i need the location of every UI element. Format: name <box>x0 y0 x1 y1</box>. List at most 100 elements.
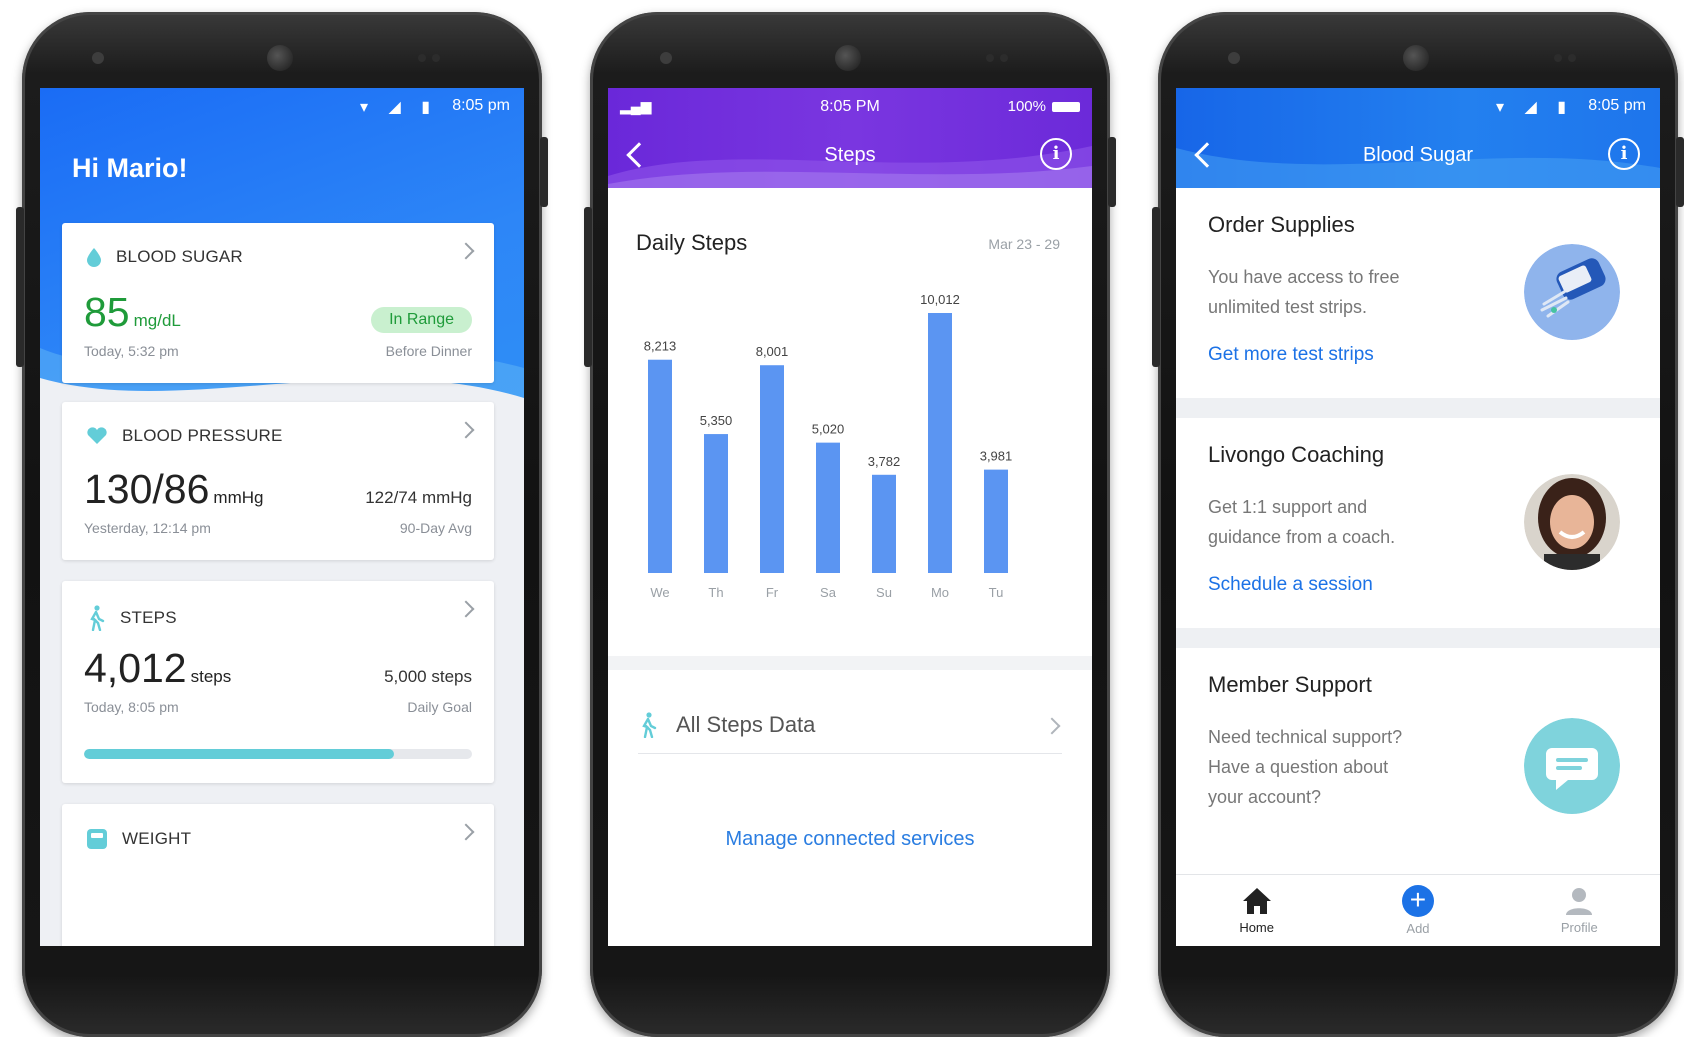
scale-icon <box>87 829 107 849</box>
tab-label: Home <box>1239 920 1274 935</box>
power-button <box>1676 137 1684 207</box>
card-title-label: BLOOD SUGAR <box>116 247 243 266</box>
bar-value-label: 5,350 <box>700 413 733 428</box>
front-camera <box>1403 45 1429 71</box>
bar-fr[interactable] <box>760 365 784 573</box>
card-title: BLOOD PRESSURE <box>86 426 283 446</box>
phone-steps: ▂▄▆ 8:05 PM 100% Steps i Daily Steps Mar… <box>584 12 1116 1037</box>
reading-time: Today, 5:32 pm <box>84 343 179 359</box>
chevron-right-icon <box>457 600 475 618</box>
steps-screen: ▂▄▆ 8:05 PM 100% Steps i Daily Steps Mar… <box>608 88 1092 946</box>
coaching-section: Livongo Coaching Get 1:1 support and gui… <box>1176 418 1660 628</box>
plus-icon: + <box>1401 885 1434 917</box>
person-icon <box>1566 888 1593 915</box>
blood-pressure-card[interactable]: BLOOD PRESSURE 130/86 mmHg 122/74 mmHg Ye… <box>62 402 494 560</box>
status-bar: ▂▄▆ 8:05 PM 100% <box>608 88 1092 122</box>
card-title-label: BLOOD PRESSURE <box>122 426 283 445</box>
bar-we[interactable] <box>648 359 672 573</box>
x-tick-label: Sa <box>820 585 837 600</box>
section-description: Get 1:1 support and guidance from a coac… <box>1208 497 1396 547</box>
app-showcase: ▾ ◢ ▮ 8:05 pm Hi Mario! BLOOD SUGAR 85 mg… <box>0 0 1684 1037</box>
steps-progress-bar <box>84 749 472 759</box>
section-description: You have access to free unlimited test s… <box>1208 267 1400 317</box>
bar-mo[interactable] <box>928 313 952 573</box>
blood-sugar-screen: ▾ ◢ ▮ 8:05 pm Blood Sugar i Order Suppli… <box>1176 88 1660 946</box>
bar-sa[interactable] <box>816 442 840 573</box>
phone-sensor-dot <box>986 54 994 62</box>
x-tick-label: Tu <box>989 585 1004 600</box>
in-range-badge: In Range <box>371 307 472 333</box>
manage-connected-services-link[interactable]: Manage connected services <box>608 828 1092 851</box>
steps-value: 4,012 steps <box>84 645 231 692</box>
page-title: Blood Sugar <box>1362 144 1474 166</box>
battery-icon <box>1052 101 1080 112</box>
reading-time: Today, 8:05 pm <box>84 699 179 715</box>
walking-icon <box>90 605 105 631</box>
value-unit: steps <box>190 667 232 686</box>
chat-bubble-icon[interactable] <box>1524 718 1620 814</box>
steps-card[interactable]: STEPS 4,012 steps 5,000 steps Today, 8:05… <box>62 581 494 783</box>
phone-sensor-dot <box>418 54 426 62</box>
blood-pressure-value: 130/86 mmHg <box>84 466 263 513</box>
schedule-session-link[interactable]: Schedule a session <box>1208 574 1373 596</box>
battery-percent: 100% <box>1007 98 1046 115</box>
bar-tu[interactable] <box>984 469 1008 573</box>
goal-value: 5,000 steps <box>384 667 472 686</box>
section-divider <box>608 656 1092 670</box>
info-icon[interactable]: i <box>1040 138 1072 170</box>
battery-indicator: 100% <box>1008 98 1080 115</box>
heart-icon <box>87 427 107 444</box>
reading-context: Before Dinner <box>385 343 472 359</box>
volume-button <box>16 207 24 367</box>
bottom-tab-bar: Home + Add Profile <box>1176 874 1660 946</box>
tab-add[interactable]: + Add <box>1368 885 1468 936</box>
chart-date-range: Mar 23 - 29 <box>988 236 1060 252</box>
status-bar: ▾ ◢ ▮ 8:05 pm <box>1176 88 1660 122</box>
bar-value-label: 10,012 <box>920 292 960 307</box>
member-support-section: Member Support Need technical support? H… <box>1176 648 1660 878</box>
status-bar: ▾ ◢ ▮ 8:05 pm <box>40 88 524 122</box>
power-button <box>1108 137 1116 207</box>
card-title: WEIGHT <box>86 828 191 850</box>
bar-value-label: 8,213 <box>644 339 677 354</box>
volume-button <box>1152 207 1160 367</box>
power-button <box>540 137 548 207</box>
value-number: 85 <box>84 289 130 335</box>
walking-icon <box>642 711 657 738</box>
value-unit: mg/dL <box>133 311 181 330</box>
all-steps-label: All Steps Data <box>676 711 816 737</box>
get-test-strips-link[interactable]: Get more test strips <box>1208 344 1374 366</box>
avg-value: 122/74 mmHg <box>365 488 472 507</box>
card-title: BLOOD SUGAR <box>86 247 243 267</box>
phone-sensor-dot <box>1000 54 1008 62</box>
value-unit: mmHg <box>213 488 264 507</box>
blood-sugar-card[interactable]: BLOOD SUGAR 85 mg/dL In Range Today, 5:32… <box>62 223 494 383</box>
bar-su[interactable] <box>872 474 896 573</box>
phone-sensor-dot <box>432 54 440 62</box>
reading-time: Yesterday, 12:14 pm <box>84 520 211 536</box>
all-steps-data-row[interactable]: All Steps Data <box>638 696 1062 754</box>
card-title-label: STEPS <box>120 608 177 627</box>
tab-home[interactable]: Home <box>1207 886 1307 935</box>
chevron-right-icon <box>457 823 475 841</box>
section-heading: Livongo Coaching <box>1208 442 1385 467</box>
card-title: STEPS <box>86 605 177 631</box>
chevron-right-icon <box>457 421 475 439</box>
weight-card[interactable]: WEIGHT <box>62 804 494 946</box>
x-tick-label: Su <box>876 585 892 600</box>
chevron-right-icon <box>457 242 475 260</box>
bar-value-label: 3,981 <box>980 449 1013 464</box>
section-heading: Order Supplies <box>1208 212 1355 237</box>
front-camera <box>267 45 293 71</box>
value-number: 4,012 <box>84 645 187 691</box>
order-supplies-section: Order Supplies You have access to free u… <box>1176 188 1660 398</box>
bar-th[interactable] <box>704 434 728 573</box>
home-icon <box>1242 888 1271 914</box>
blood-sugar-value: 85 mg/dL <box>84 289 181 336</box>
tab-profile[interactable]: Profile <box>1529 886 1629 935</box>
tab-label: Profile <box>1560 920 1598 935</box>
info-icon[interactable]: i <box>1608 138 1640 170</box>
phone-sensor-dot <box>660 52 672 64</box>
bar-value-label: 8,001 <box>756 344 789 359</box>
front-camera <box>835 45 861 71</box>
